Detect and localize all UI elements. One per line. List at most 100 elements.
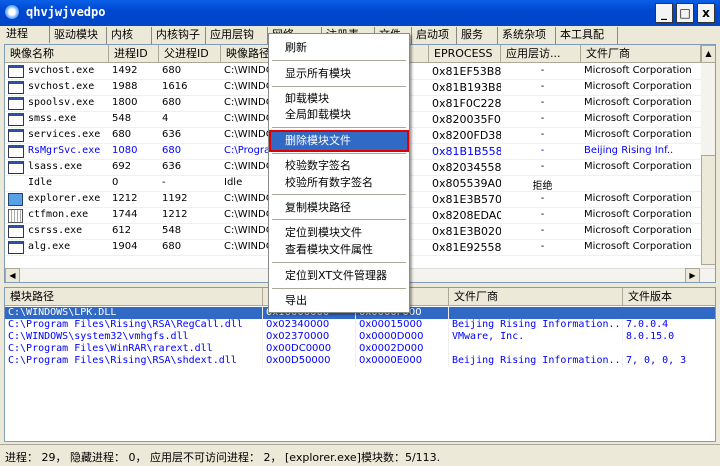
column-header[interactable]: 文件版本 xyxy=(623,288,715,306)
cell-version: 7.0.0.4 xyxy=(623,319,715,331)
cell-vendor: VMware, Inc. xyxy=(449,331,623,343)
tab-8[interactable]: 启动项 xyxy=(412,27,457,44)
column-header[interactable]: 文件厂商 xyxy=(581,45,701,63)
table-row[interactable]: C:\Program Files\WinRAR\rarext.dll 0x00DC… xyxy=(5,343,715,355)
tab-0[interactable]: 进程 xyxy=(2,26,50,43)
cell-access: - xyxy=(539,225,546,236)
column-header[interactable]: 文件厂商 xyxy=(449,288,623,306)
maximize-button[interactable]: □ xyxy=(676,3,694,23)
cell-name: ctfmon.exe xyxy=(28,209,89,220)
cell-name: svchost.exe xyxy=(28,81,95,92)
cell-pid: 1904 xyxy=(112,241,138,252)
table-row[interactable]: C:\Program Files\Rising\RSA\RegCall.dll 0… xyxy=(5,319,715,331)
table-row[interactable]: C:\WINDOWS\system32\vmhgfs.dll 0x02370000… xyxy=(5,331,715,343)
window-icon xyxy=(8,225,24,238)
column-header[interactable]: 映像名称 xyxy=(5,45,109,63)
column-header[interactable]: EPROCESS xyxy=(429,45,501,63)
menu-item-11[interactable]: 导出 xyxy=(271,292,407,310)
cell-size: 0x00015000 xyxy=(356,319,449,331)
cell-access: - xyxy=(539,81,546,92)
cell-path: C:\Program Files\Rising\RSA\RegCall.dll xyxy=(5,319,263,331)
cell-vendor: Beijing Rising Information... xyxy=(449,319,623,331)
cell-vendor: Microsoft Corporation xyxy=(584,193,692,204)
column-header[interactable]: 父进程ID xyxy=(159,45,221,63)
menu-item-3[interactable]: 全局卸载模块 xyxy=(271,106,407,124)
column-header[interactable]: 模块路径 xyxy=(5,288,263,306)
context-menu: 刷新 显示所有模块 卸载模块 全局卸载模块 删除模块文件 校验数字签名 校验所有数字签名 复制… xyxy=(268,33,410,313)
minimize-button[interactable]: _ xyxy=(655,3,673,23)
column-header[interactable]: 进程ID xyxy=(109,45,159,63)
cell-access: - xyxy=(539,145,546,156)
cell-pid: 1988 xyxy=(112,81,138,92)
cell-ppid: 1192 xyxy=(162,193,188,204)
cell-vendor: Microsoft Corporation xyxy=(584,241,692,252)
cell-size: 0x0002D000 xyxy=(356,343,449,355)
tab-11[interactable]: 本工具配置 xyxy=(556,27,618,57)
scrollbar-thumb[interactable] xyxy=(701,155,715,265)
cell-eprocess: 0x82034558 xyxy=(432,161,501,174)
cell-access: - xyxy=(539,241,546,252)
menu-item-5[interactable]: 校验数字签名 xyxy=(271,157,407,175)
cell-size: 0x0000E000 xyxy=(356,355,449,367)
cell-version: 7, 0, 0, 3 xyxy=(623,355,715,367)
cell-path: C:\WINDOWS xyxy=(224,113,273,124)
window-icon xyxy=(8,145,24,158)
cell-vendor: Microsoft Corporation xyxy=(584,65,692,76)
cell-access: - xyxy=(539,65,546,76)
cell-pid: 680 xyxy=(112,129,132,140)
tab-1[interactable]: 驱动模块 xyxy=(50,27,107,44)
cell-eprocess: 0x81E3B020 xyxy=(432,225,501,238)
cell-pid: 548 xyxy=(112,113,132,124)
cell-name: explorer.exe xyxy=(28,193,101,204)
tab-10[interactable]: 系统杂项 xyxy=(498,27,556,44)
window-icon xyxy=(8,65,24,78)
cell-pid: 1492 xyxy=(112,65,138,76)
cell-ppid: 680 xyxy=(162,65,182,76)
cell-base: 0x00DC0000 xyxy=(263,343,356,355)
window-icon xyxy=(8,161,24,174)
cell-path: C:\WINDOWS xyxy=(224,161,273,172)
cell-pid: 612 xyxy=(112,225,132,236)
cell-path: C:\WINDOWS xyxy=(224,193,273,204)
menu-item-0[interactable]: 刷新 xyxy=(271,39,407,57)
table-row[interactable]: C:\Program Files\Rising\RSA\shdext.dll 0x… xyxy=(5,355,715,367)
scroll-left-button[interactable]: ◀ xyxy=(5,268,20,282)
cell-vendor: Beijing Rising Information... xyxy=(449,355,623,367)
menu-separator xyxy=(272,153,406,154)
cell-ppid: 680 xyxy=(162,241,182,252)
close-button[interactable]: x xyxy=(697,3,715,23)
menu-separator xyxy=(272,127,406,128)
tab-3[interactable]: 内核钩子 xyxy=(152,27,206,44)
cell-path: C:\WINDOWS\system32\vmhgfs.dll xyxy=(5,331,263,343)
window-icon xyxy=(8,241,24,254)
cell-path: C:\WINDOWS xyxy=(224,241,273,252)
cell-path: C:\WINDOWS\LPK.DLL xyxy=(5,307,263,319)
cell-access: - xyxy=(539,193,546,204)
cell-access: - xyxy=(539,113,546,124)
menu-item-4[interactable]: 删除模块文件 xyxy=(269,130,409,152)
cell-eprocess: 0x8208EDA0 xyxy=(432,209,501,222)
menu-item-6[interactable]: 校验所有数字签名 xyxy=(271,174,407,192)
cell-eprocess: 0x81E92558 xyxy=(432,241,501,254)
menu-item-8[interactable]: 定位到模块文件 xyxy=(271,224,407,242)
menu-item-10[interactable]: 定位到XT文件管理器 xyxy=(271,267,407,285)
tab-2[interactable]: 内核 xyxy=(107,27,152,44)
cell-ppid: 548 xyxy=(162,225,182,236)
cell-eprocess: 0x81E3B570 xyxy=(432,193,501,206)
menu-separator xyxy=(272,60,406,61)
cell-access: - xyxy=(539,209,546,220)
cell-path: C:\Program Files\WinRAR\rarext.dll xyxy=(5,343,263,355)
scroll-up-button[interactable]: ▲ xyxy=(701,45,715,63)
column-header[interactable]: 应用层访... xyxy=(501,45,581,63)
menu-item-9[interactable]: 查看模块文件属性 xyxy=(271,241,407,259)
tab-4[interactable]: 应用层钩子 xyxy=(206,27,268,57)
cell-name: alg.exe xyxy=(28,241,71,252)
cell-ppid: 1616 xyxy=(162,81,188,92)
cell-access: - xyxy=(539,129,546,140)
tab-9[interactable]: 服务 xyxy=(457,27,498,44)
cell-path: C:\WINDOWS xyxy=(224,225,273,236)
scroll-right-button[interactable]: ▶ xyxy=(685,268,700,282)
menu-item-1[interactable]: 显示所有模块 xyxy=(271,65,407,83)
window-icon xyxy=(8,129,24,142)
menu-item-7[interactable]: 复制模块路径 xyxy=(271,199,407,217)
